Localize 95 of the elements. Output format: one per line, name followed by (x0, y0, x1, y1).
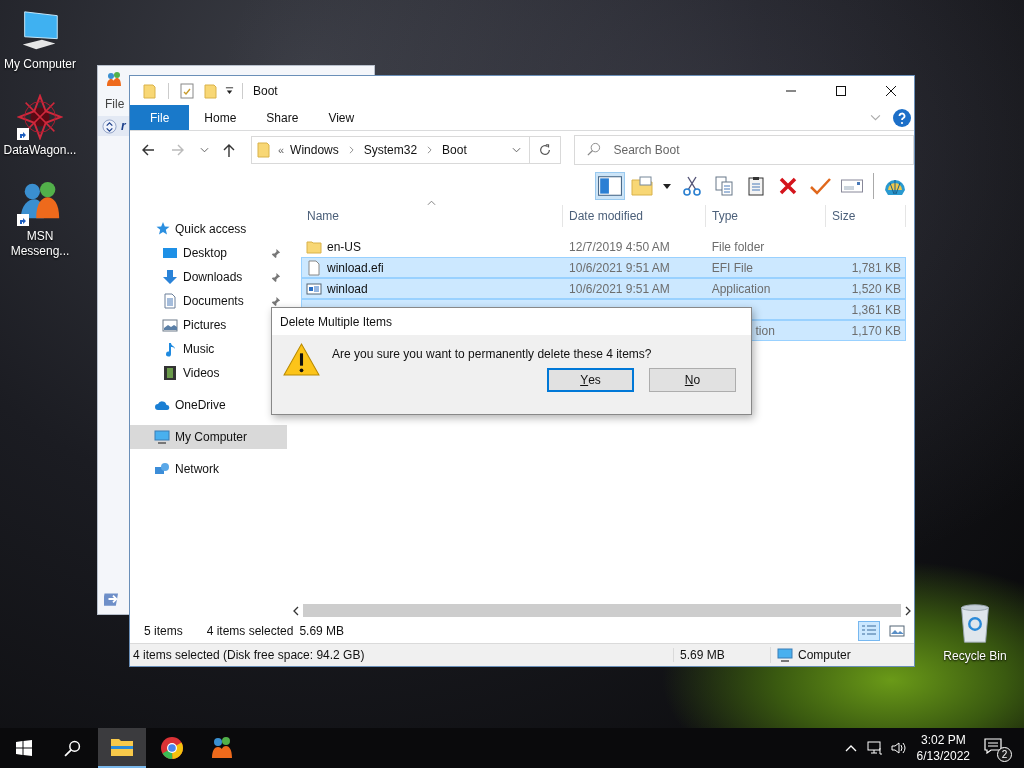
column-header[interactable]: Type (706, 205, 826, 227)
file-type: EFI File (711, 260, 753, 275)
folder-icon (306, 238, 322, 255)
network-icon (154, 461, 170, 477)
folder-taskbar-icon[interactable] (98, 728, 146, 768)
desktop-icon-label[interactable]: Recycle Bin (943, 649, 1007, 664)
pin-icon[interactable] (270, 247, 281, 259)
column-header[interactable]: Date modified (563, 205, 706, 227)
ribbon-tab[interactable]: Share (251, 105, 314, 130)
dialog-message: Are you sure you want to permanently delete these 4 items? (332, 346, 652, 361)
scroll-right-icon[interactable] (905, 605, 911, 616)
people-icon (106, 71, 122, 87)
desktop-icon-label[interactable]: MSN Messeng... (2, 229, 78, 259)
notification-icon[interactable] (984, 738, 1002, 754)
navigation-item[interactable]: Quick access (130, 217, 287, 241)
file-row[interactable]: winload 10/6/2021 9:51 AM Application 1,520 KB (301, 278, 906, 299)
starburst-icon[interactable] (17, 94, 63, 140)
clock-date[interactable]: 6/13/2022 (916, 748, 970, 764)
windows-start-icon[interactable] (16, 740, 32, 756)
navigation-item[interactable]: Desktop (130, 241, 287, 265)
pin-icon[interactable] (270, 295, 281, 307)
file-type: File folder (711, 239, 765, 254)
file-size: 1,361 KB (851, 302, 901, 317)
pin-icon[interactable] (270, 271, 281, 283)
date-modified: 10/6/2021 9:51 AM (569, 281, 670, 296)
desktop-icon (162, 245, 178, 261)
navigation-item[interactable]: Pictures (130, 313, 233, 337)
file-size: 1,781 KB (851, 260, 901, 275)
maximize-icon[interactable] (836, 85, 846, 96)
dialog-title: Delete Multiple Items (280, 314, 393, 329)
window-title: Boot (253, 83, 278, 98)
refresh-icon[interactable] (537, 143, 552, 157)
search-icon (585, 142, 601, 157)
chevron-down-icon[interactable] (199, 147, 209, 153)
collapse-icon[interactable] (102, 118, 117, 134)
file-type: tion (755, 323, 775, 338)
address-bar[interactable]: « Windows System32 Boot (250, 136, 530, 164)
scrollbar-thumb[interactable] (303, 604, 901, 617)
status-location: Computer (798, 648, 851, 662)
ribbon-tab[interactable]: File (130, 105, 190, 130)
help-icon[interactable] (893, 108, 911, 127)
chevron-up-icon[interactable] (844, 744, 857, 752)
dropdown-icon[interactable] (225, 86, 234, 95)
film-icon (162, 365, 178, 381)
file-row[interactable]: winload.efi 10/6/2021 9:51 AM EFI File 1,781 KB (301, 257, 906, 278)
close-icon[interactable] (886, 85, 896, 96)
confirm-button[interactable]: Yes (547, 368, 634, 392)
clock-time[interactable]: 3:02 PM (920, 732, 966, 748)
column-header[interactable]: Size (826, 205, 906, 227)
navigation-item[interactable]: Videos (130, 361, 226, 385)
ribbon-tab[interactable]: Home (189, 105, 252, 130)
monitor-icon (154, 429, 170, 445)
file-icon (306, 259, 322, 276)
cancel-button[interactable]: No (649, 368, 736, 392)
selection-count: 4 items selected (206, 624, 294, 638)
column-header[interactable]: Name (301, 205, 563, 227)
menu-item[interactable]: File (105, 97, 125, 111)
navigation-item[interactable]: Downloads (130, 265, 287, 289)
navigation-item[interactable]: My Computer (130, 425, 287, 449)
search-field[interactable]: Search Boot (573, 135, 914, 165)
file-size: 1,170 KB (851, 323, 901, 338)
monitor-icon (777, 647, 793, 663)
dropdown-icon[interactable] (663, 183, 671, 189)
scroll-left-icon[interactable] (293, 605, 299, 616)
star-icon (154, 221, 170, 237)
picture-icon (162, 317, 178, 333)
file-name: winload (327, 281, 368, 296)
file-row[interactable]: en-US 12/7/2019 4:50 AM File folder (301, 236, 906, 257)
file-name: winload.efi (327, 260, 384, 275)
panel-title: r (121, 119, 126, 133)
file-name: en-US (327, 239, 361, 254)
file-size: 1,520 KB (851, 281, 901, 296)
ribbon-tab[interactable]: View (313, 105, 370, 130)
search-icon[interactable] (63, 739, 81, 757)
status-text: 4 items selected (Disk free space: 94.2 GB) (132, 648, 366, 662)
date-modified: 12/7/2019 4:50 AM (569, 239, 670, 254)
down-arrow-icon (162, 269, 178, 285)
date-modified: 10/6/2021 9:51 AM (569, 260, 670, 275)
file-type: Application (711, 281, 771, 296)
preview-pane-button[interactable] (595, 172, 625, 200)
notification-count: 2 (997, 747, 1012, 762)
back-arrow-icon[interactable] (140, 142, 156, 158)
navigation-item[interactable]: Documents (130, 289, 287, 313)
navigation-item[interactable]: Music (130, 337, 221, 361)
status-size: 5.69 MB (673, 648, 770, 662)
item-count: 5 items (144, 624, 183, 638)
selection-size: 5.69 MB (299, 624, 345, 638)
checkmark-document-icon[interactable] (179, 82, 195, 99)
document-icon (162, 293, 178, 309)
desktop-icon-label[interactable]: My Computer (2, 57, 78, 72)
desktop-icon-label[interactable]: DataWagon... (2, 143, 78, 158)
warning-icon (283, 343, 320, 376)
sort-ascending-icon (426, 200, 436, 206)
navigation-item[interactable]: Network (130, 457, 287, 481)
application-icon (306, 280, 322, 297)
